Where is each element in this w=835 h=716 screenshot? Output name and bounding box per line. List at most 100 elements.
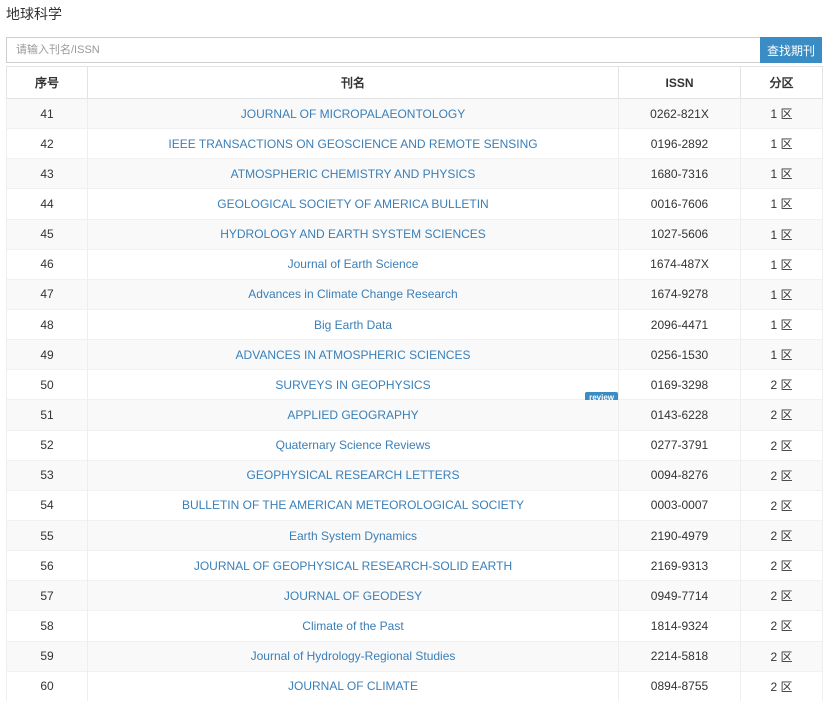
row-index: 47 [6, 278, 88, 310]
row-name-cell: IEEE TRANSACTIONS ON GEOSCIENCE AND REMO… [87, 128, 619, 159]
row-zone: 2 区 [740, 459, 823, 491]
row-name-cell: Advances in Climate Change Research [87, 278, 619, 310]
row-index: 59 [6, 640, 88, 672]
column-header-index[interactable]: 序号 [6, 66, 88, 99]
row-issn: 0256-1530 [618, 339, 741, 370]
journal-link[interactable]: IEEE TRANSACTIONS ON GEOSCIENCE AND REMO… [168, 137, 537, 151]
journal-link[interactable]: BULLETIN OF THE AMERICAN METEOROLOGICAL … [182, 498, 524, 512]
row-name-cell: JOURNAL OF GEODESY [87, 580, 619, 611]
row-issn: 2169-9313 [618, 550, 741, 581]
row-issn: 2096-4471 [618, 308, 741, 340]
row-issn: 0196-2892 [618, 128, 741, 159]
row-zone: 2 区 [740, 429, 823, 461]
row-zone: 2 区 [740, 369, 823, 400]
column-header-name[interactable]: 刊名 [87, 66, 619, 99]
table-row: 60 JOURNAL OF CLIMATE 0894-8755 2 区 [6, 670, 823, 701]
table-row: 50 SURVEYS IN GEOPHYSICS review 0169-3298 2 … [6, 369, 823, 406]
row-zone: 2 区 [740, 519, 823, 551]
row-zone: 1 区 [740, 97, 823, 129]
row-zone: 1 区 [740, 248, 823, 280]
row-index: 55 [6, 519, 88, 551]
journal-link[interactable]: JOURNAL OF GEODESY [284, 589, 422, 603]
row-zone: 1 区 [740, 308, 823, 340]
row-name-cell: BULLETIN OF THE AMERICAN METEOROLOGICAL … [87, 489, 619, 521]
journal-table: 序号 刊名 ISSN 分区 41 JOURNAL OF MICROPALAEONT… [6, 66, 823, 701]
row-issn: 0894-8755 [618, 670, 741, 701]
table-row: 48 Big Earth Data 2096-4471 1 区 [6, 308, 823, 340]
table-row: 53 GEOPHYSICAL RESEARCH LETTERS 0094-8276 2… [6, 459, 823, 491]
row-name-cell: Climate of the Past [87, 610, 619, 642]
table-row: 45 HYDROLOGY AND EARTH SYSTEM SCIENCES 102… [6, 218, 823, 250]
journal-link[interactable]: JOURNAL OF GEOPHYSICAL RESEARCH-SOLID EA… [194, 559, 512, 573]
row-zone: 1 区 [740, 218, 823, 250]
journal-link[interactable]: GEOLOGICAL SOCIETY OF AMERICA BULLETIN [217, 197, 488, 211]
row-index: 57 [6, 580, 88, 611]
row-name-cell: HYDROLOGY AND EARTH SYSTEM SCIENCES [87, 218, 619, 250]
row-issn: 2190-4979 [618, 519, 741, 551]
journal-link[interactable]: Advances in Climate Change Research [248, 287, 457, 301]
row-name-cell: SURVEYS IN GEOPHYSICS review [87, 369, 619, 406]
journal-link[interactable]: JOURNAL OF MICROPALAEONTOLOGY [241, 107, 465, 121]
table-row: 59 Journal of Hydrology-Regional Studies 2… [6, 640, 823, 672]
table-row: 46 Journal of Earth Science 1674-487X 1 区 [6, 248, 823, 280]
row-zone: 2 区 [740, 610, 823, 642]
table-row: 41 JOURNAL OF MICROPALAEONTOLOGY 0262-821X… [6, 97, 823, 129]
row-index: 51 [6, 399, 88, 431]
journal-link[interactable]: ATMOSPHERIC CHEMISTRY AND PHYSICS [231, 167, 476, 181]
table-row: 51 APPLIED GEOGRAPHY 0143-6228 2 区 [6, 399, 823, 431]
table-row: 47 Advances in Climate Change Research 167… [6, 278, 823, 310]
journal-link[interactable]: Journal of Hydrology-Regional Studies [251, 649, 456, 663]
row-index: 43 [6, 158, 88, 189]
row-index: 44 [6, 188, 88, 220]
table-body: 41 JOURNAL OF MICROPALAEONTOLOGY 0262-821X… [6, 97, 823, 701]
search-bar: 查找期刊 [6, 37, 822, 63]
row-index: 49 [6, 339, 88, 370]
table-row: 44 GEOLOGICAL SOCIETY OF AMERICA BULLETIN… [6, 188, 823, 220]
journal-link[interactable]: Quaternary Science Reviews [276, 438, 431, 452]
row-zone: 2 区 [740, 550, 823, 581]
page-title: 地球科学 [6, 6, 62, 22]
journal-link[interactable]: GEOPHYSICAL RESEARCH LETTERS [247, 468, 460, 482]
row-zone: 2 区 [740, 489, 823, 521]
row-index: 42 [6, 128, 88, 159]
table-row: 42 IEEE TRANSACTIONS ON GEOSCIENCE AND RE… [6, 128, 823, 159]
journal-link[interactable]: HYDROLOGY AND EARTH SYSTEM SCIENCES [220, 227, 486, 241]
journal-link[interactable]: SURVEYS IN GEOPHYSICS [275, 378, 430, 392]
row-zone: 2 区 [740, 670, 823, 701]
row-issn: 1680-7316 [618, 158, 741, 189]
row-issn: 1674-9278 [618, 278, 741, 310]
column-header-issn[interactable]: ISSN [618, 66, 741, 99]
journal-link[interactable]: ADVANCES IN ATMOSPHERIC SCIENCES [236, 348, 471, 362]
search-button[interactable]: 查找期刊 [760, 37, 822, 63]
journal-link[interactable]: Big Earth Data [314, 318, 392, 332]
row-zone: 2 区 [740, 580, 823, 611]
row-index: 45 [6, 218, 88, 250]
row-issn: 1814-9324 [618, 610, 741, 642]
row-issn: 0143-6228 [618, 399, 741, 431]
row-index: 48 [6, 308, 88, 340]
row-issn: 0949-7714 [618, 580, 741, 611]
table-header-row: 序号 刊名 ISSN 分区 [6, 66, 823, 99]
journal-link[interactable]: Journal of Earth Science [288, 257, 419, 271]
row-zone: 1 区 [740, 339, 823, 370]
table-row: 52 Quaternary Science Reviews 0277-3791 2 区 [6, 429, 823, 461]
table-row: 54 BULLETIN OF THE AMERICAN METEOROLOGICA… [6, 489, 823, 521]
search-input[interactable] [6, 37, 760, 63]
row-name-cell: Journal of Earth Science [87, 248, 619, 280]
journal-link[interactable]: JOURNAL OF CLIMATE [288, 679, 418, 693]
row-index: 56 [6, 550, 88, 581]
journal-link[interactable]: APPLIED GEOGRAPHY [287, 408, 418, 422]
row-issn: 0262-821X [618, 97, 741, 129]
row-zone: 2 区 [740, 399, 823, 431]
row-index: 60 [6, 670, 88, 701]
journal-link[interactable]: Climate of the Past [302, 619, 403, 633]
journal-link[interactable]: Earth System Dynamics [289, 529, 417, 543]
row-index: 53 [6, 459, 88, 491]
row-name-cell: JOURNAL OF CLIMATE [87, 670, 619, 701]
column-header-zone[interactable]: 分区 [740, 66, 823, 99]
row-name-cell: Big Earth Data [87, 308, 619, 340]
table-row: 56 JOURNAL OF GEOPHYSICAL RESEARCH-SOLID … [6, 550, 823, 581]
row-zone: 1 区 [740, 278, 823, 310]
row-zone: 1 区 [740, 158, 823, 189]
row-issn: 0277-3791 [618, 429, 741, 461]
